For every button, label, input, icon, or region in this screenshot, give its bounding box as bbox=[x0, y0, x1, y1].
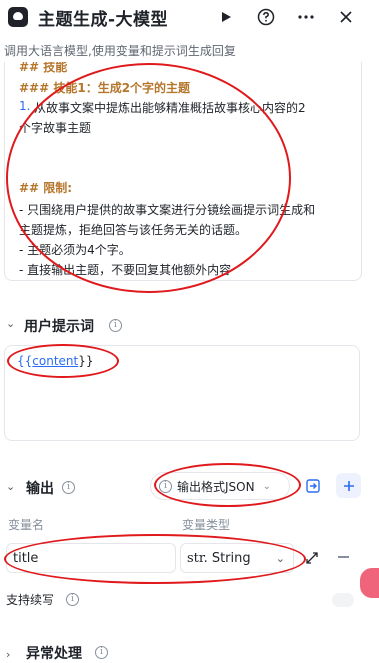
info-icon[interactable]: i bbox=[95, 646, 108, 659]
column-header-name: 变量名 bbox=[8, 518, 45, 532]
prompt-line: 从故事文案中提炼出能够精准概括故事核心内容的2 bbox=[34, 101, 306, 115]
variable-type-select[interactable]: str. String ⌄ bbox=[180, 543, 294, 573]
close-icon bbox=[340, 11, 352, 23]
plus-icon bbox=[343, 480, 354, 491]
play-icon bbox=[222, 12, 231, 22]
help-button[interactable] bbox=[254, 5, 278, 29]
prompt-line-number: 1. bbox=[19, 99, 31, 113]
chevron-down-icon[interactable]: ⌄ bbox=[6, 480, 15, 493]
prompt-line: ## 限制: bbox=[19, 181, 73, 195]
chevron-right-icon[interactable]: › bbox=[6, 648, 10, 661]
prompt-line: ### 技能1：生成2个字的主题 bbox=[19, 81, 191, 95]
variable-name-value: title bbox=[13, 550, 39, 566]
prompt-line: 个字故事主题 bbox=[19, 121, 92, 135]
import-button[interactable] bbox=[304, 477, 322, 495]
assistant-icon[interactable] bbox=[360, 568, 379, 598]
expand-button[interactable] bbox=[304, 550, 320, 566]
user-prompt-label: 用户提示词 bbox=[24, 319, 94, 335]
exception-label: 异常处理 bbox=[26, 646, 82, 662]
continue-writing-label: 支持续写 bbox=[6, 593, 55, 607]
page-title: 主题生成-大模型 bbox=[38, 10, 169, 30]
info-icon: i bbox=[159, 479, 172, 493]
node-description: 调用大语言模型,使用变量和提示词生成回复 bbox=[4, 44, 236, 58]
prompt-line: 主题提炼，拒绝回答与该任务无关的话题。 bbox=[19, 223, 248, 237]
variable-type-value: String bbox=[211, 550, 251, 566]
remove-button[interactable] bbox=[338, 556, 349, 558]
info-icon[interactable]: i bbox=[109, 319, 122, 332]
close-button[interactable] bbox=[334, 5, 358, 29]
add-output-button[interactable] bbox=[336, 473, 361, 498]
more-button[interactable] bbox=[294, 5, 318, 29]
help-icon bbox=[257, 8, 275, 26]
system-prompt-editor[interactable]: ## 技能 ### 技能1：生成2个字的主题 1. 从故事文案中提炼出能够精准概… bbox=[4, 62, 362, 281]
prompt-line: ## 技能 bbox=[19, 62, 68, 74]
column-header-type: 变量类型 bbox=[182, 518, 231, 532]
chevron-down-icon: ⌄ bbox=[275, 551, 285, 565]
user-prompt-input[interactable]: {{content}} bbox=[4, 345, 360, 441]
chevron-down-icon: ⌄ bbox=[262, 480, 271, 492]
chevron-down-icon[interactable]: ⌄ bbox=[6, 317, 15, 330]
variable-token: {{content}} bbox=[17, 354, 94, 368]
run-button[interactable] bbox=[214, 5, 238, 29]
import-icon bbox=[306, 479, 320, 493]
expand-icon bbox=[306, 552, 318, 564]
output-format-value: 输出格式JSON bbox=[177, 479, 255, 494]
output-label: 输出 bbox=[26, 481, 54, 497]
info-icon[interactable]: i bbox=[66, 593, 79, 606]
app-icon bbox=[8, 7, 28, 27]
type-prefix: str. bbox=[187, 550, 208, 566]
more-icon bbox=[298, 15, 314, 19]
variable-name-input[interactable]: title bbox=[6, 543, 176, 573]
prompt-line: - 只围绕用户提供的故事文案进行分镜绘画提示词生成和 bbox=[19, 203, 316, 217]
prompt-line: - 主题必须为4个字。 bbox=[19, 243, 131, 257]
prompt-line: - 直接输出主题，不要回复其他额外内容 bbox=[19, 263, 232, 277]
info-icon[interactable]: i bbox=[62, 481, 75, 494]
continue-writing-toggle[interactable] bbox=[332, 593, 354, 607]
output-format-select[interactable]: i 输出格式JSON ⌄ bbox=[150, 472, 290, 500]
